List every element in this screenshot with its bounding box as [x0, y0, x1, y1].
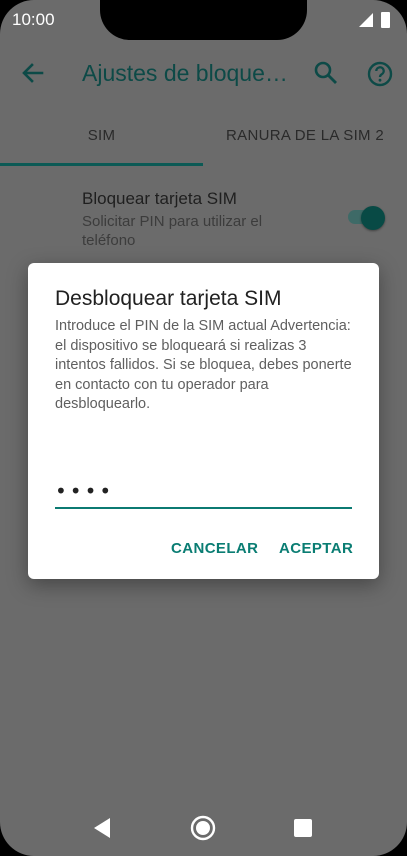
- phone-screen: 10:00 Ajustes de bloque… SIM RANURA DE L…: [0, 0, 407, 856]
- top-app-bar: Ajustes de bloque…: [0, 46, 407, 102]
- camera-notch: [100, 0, 307, 40]
- page-title: Ajustes de bloque…: [82, 60, 287, 86]
- tab-sim[interactable]: SIM: [0, 112, 203, 168]
- status-bar: 10:00: [0, 0, 407, 42]
- setting-title: Bloquear tarjeta SIM: [82, 189, 237, 208]
- help-circle-icon[interactable]: [365, 59, 395, 89]
- search-icon[interactable]: [312, 59, 340, 87]
- arrow-back-icon[interactable]: [18, 58, 48, 88]
- cancel-button[interactable]: CANCELAR: [171, 531, 258, 567]
- unlock-sim-dialog: Desbloquear tarjeta SIM Introduce el PIN…: [28, 263, 379, 579]
- pin-input[interactable]: [55, 475, 352, 509]
- status-time: 10:00: [12, 10, 55, 29]
- tab-bar: SIM RANURA DE LA SIM 2: [0, 112, 407, 168]
- accept-button[interactable]: ACEPTAR: [279, 531, 353, 567]
- setting-lock-sim[interactable]: Bloquear tarjeta SIM Solicitar PIN para …: [0, 186, 407, 256]
- nav-recents-icon[interactable]: [294, 819, 312, 837]
- tab-indicator: [0, 163, 203, 166]
- toggle-thumb[interactable]: [361, 206, 385, 230]
- tab-sim-slot-2[interactable]: RANURA DE LA SIM 2: [203, 112, 407, 168]
- signal-icon: [359, 13, 373, 27]
- dialog-title: Desbloquear tarjeta SIM: [55, 287, 282, 310]
- battery-icon: [381, 12, 390, 28]
- nav-home-icon[interactable]: [190, 815, 216, 841]
- nav-back-icon[interactable]: [92, 817, 112, 839]
- setting-subtitle: Solicitar PIN para utilizar el teléfono: [82, 213, 263, 249]
- navigation-bar: [0, 800, 407, 856]
- dialog-message: Introduce el PIN de la SIM actual Advert…: [55, 318, 352, 412]
